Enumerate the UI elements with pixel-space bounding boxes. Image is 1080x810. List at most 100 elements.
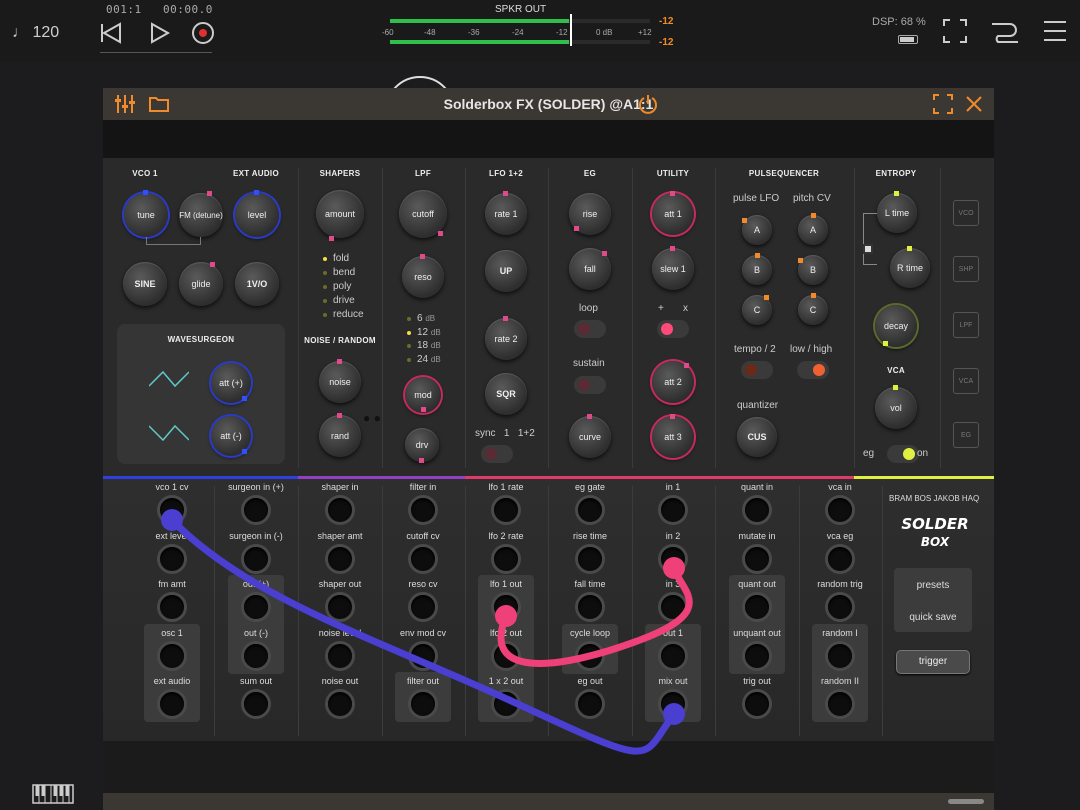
tempo-display[interactable]: ♩ 120 <box>12 24 59 42</box>
lfo2-wave-button[interactable]: SQR <box>485 373 527 415</box>
att-plus-knob[interactable]: att (+) <box>211 363 251 403</box>
patch-jack[interactable] <box>828 498 852 522</box>
patch-jack[interactable] <box>411 595 435 619</box>
presets-button[interactable]: presets <box>894 580 972 591</box>
patch-jack[interactable] <box>411 692 435 716</box>
low-high-toggle[interactable] <box>797 361 829 379</box>
patch-jack[interactable] <box>578 644 602 668</box>
patch-jack[interactable] <box>494 547 518 571</box>
slope-item[interactable]: 12 dB <box>407 326 441 340</box>
play-icon[interactable] <box>146 20 172 46</box>
trigger-button[interactable]: trigger <box>896 650 970 674</box>
slope-item[interactable]: 6 dB <box>407 312 441 326</box>
patch-jack[interactable] <box>244 595 268 619</box>
vca-eg-toggle[interactable] <box>887 445 919 463</box>
patch-jack[interactable] <box>244 692 268 716</box>
patch-jack[interactable] <box>661 692 685 716</box>
patch-jack[interactable] <box>494 644 518 668</box>
shaper-mode-item[interactable]: poly <box>323 280 364 294</box>
att1-knob[interactable]: att 1 <box>652 191 694 235</box>
patch-jack[interactable] <box>828 547 852 571</box>
entropy-link-node[interactable] <box>863 244 873 254</box>
patch-jack[interactable] <box>828 644 852 668</box>
patch-jack[interactable] <box>745 692 769 716</box>
shaper-mode-item[interactable]: reduce <box>323 308 364 322</box>
fm-knob[interactable]: FM (detune) <box>179 191 223 237</box>
mod-knob[interactable]: mod <box>405 377 441 413</box>
cutoff-knob[interactable]: cutoff <box>399 190 447 238</box>
pitch-a-knob[interactable]: A <box>798 213 828 245</box>
patch-jack[interactable] <box>828 692 852 716</box>
power-icon[interactable] <box>637 93 659 115</box>
rate1-knob[interactable]: rate 1 <box>485 191 527 235</box>
quantizer-button[interactable]: CUS <box>737 417 777 457</box>
quick-save-button[interactable]: quick save <box>894 612 972 623</box>
patch-jack[interactable] <box>578 692 602 716</box>
patch-jack[interactable] <box>160 692 184 716</box>
shaper-mode-list[interactable]: fold bend poly drive reduce <box>323 252 364 322</box>
patch-jack[interactable] <box>411 644 435 668</box>
rate2-knob[interactable]: rate 2 <box>485 316 527 360</box>
routing-icon[interactable] <box>990 18 1020 44</box>
l-time-knob[interactable]: L time <box>877 191 917 233</box>
filter-slope-list[interactable]: 6 dB 12 dB 18 dB 24 dB <box>407 312 441 366</box>
patch-jack[interactable] <box>411 498 435 522</box>
pulse-b-knob[interactable]: B <box>742 253 772 285</box>
att-minus-knob[interactable]: att (-) <box>211 416 251 456</box>
att2-knob[interactable]: att 2 <box>652 361 694 403</box>
expand-icon[interactable] <box>932 93 954 115</box>
shaper-mode-item[interactable]: fold <box>323 252 364 266</box>
patch-jack[interactable] <box>745 595 769 619</box>
close-icon[interactable] <box>963 93 985 115</box>
patch-jack[interactable] <box>661 547 685 571</box>
patch-jack[interactable] <box>494 692 518 716</box>
decay-knob[interactable]: decay <box>875 305 917 347</box>
patch-jack[interactable] <box>328 547 352 571</box>
vol-knob[interactable]: vol <box>875 385 917 429</box>
patch-jack[interactable] <box>745 644 769 668</box>
att3-knob[interactable]: att 3 <box>652 414 694 458</box>
patch-jack[interactable] <box>494 498 518 522</box>
patch-jack[interactable] <box>745 498 769 522</box>
patch-jack[interactable] <box>494 595 518 619</box>
patch-jack[interactable] <box>828 595 852 619</box>
patch-jack[interactable] <box>160 595 184 619</box>
mix-mode-toggle[interactable] <box>657 320 689 338</box>
patch-jack[interactable] <box>661 498 685 522</box>
patch-jack[interactable] <box>578 547 602 571</box>
pulse-c-knob[interactable]: C <box>742 295 772 325</box>
record-icon[interactable] <box>190 20 216 46</box>
patch-jack[interactable] <box>328 644 352 668</box>
patch-jack[interactable] <box>244 498 268 522</box>
tempo-half-toggle[interactable] <box>741 361 773 379</box>
patch-jack[interactable] <box>745 547 769 571</box>
slew1-knob[interactable]: slew 1 <box>652 246 694 290</box>
amount-knob[interactable]: amount <box>316 190 364 241</box>
level-knob[interactable]: level <box>235 190 279 237</box>
reso-knob[interactable]: reso <box>402 254 444 298</box>
rise-knob[interactable]: rise <box>569 193 611 235</box>
patch-jack[interactable] <box>328 595 352 619</box>
noise-knob[interactable]: noise <box>319 359 361 403</box>
loop-toggle[interactable] <box>574 320 606 338</box>
fullscreen-icon[interactable] <box>942 18 968 44</box>
rewind-icon[interactable] <box>98 20 124 46</box>
pitch-b-knob[interactable]: B <box>798 255 828 285</box>
menu-icon[interactable] <box>1042 18 1068 44</box>
slope-item[interactable]: 18 dB <box>407 339 441 353</box>
r-time-knob[interactable]: R time <box>890 246 930 288</box>
sustain-toggle[interactable] <box>574 376 606 394</box>
slope-item[interactable]: 24 dB <box>407 353 441 367</box>
fall-knob[interactable]: fall <box>569 248 611 290</box>
patch-jack[interactable] <box>160 644 184 668</box>
lfo1-wave-button[interactable]: UP <box>485 250 527 292</box>
patch-jack[interactable] <box>578 498 602 522</box>
tune-knob[interactable]: tune <box>124 190 168 237</box>
sync-toggle[interactable] <box>481 445 513 463</box>
curve-knob[interactable]: curve <box>569 414 611 458</box>
glide-knob[interactable]: glide <box>179 262 223 306</box>
patch-jack[interactable] <box>328 498 352 522</box>
patch-jack[interactable] <box>244 644 268 668</box>
patch-jack[interactable] <box>661 644 685 668</box>
patch-jack[interactable] <box>661 595 685 619</box>
